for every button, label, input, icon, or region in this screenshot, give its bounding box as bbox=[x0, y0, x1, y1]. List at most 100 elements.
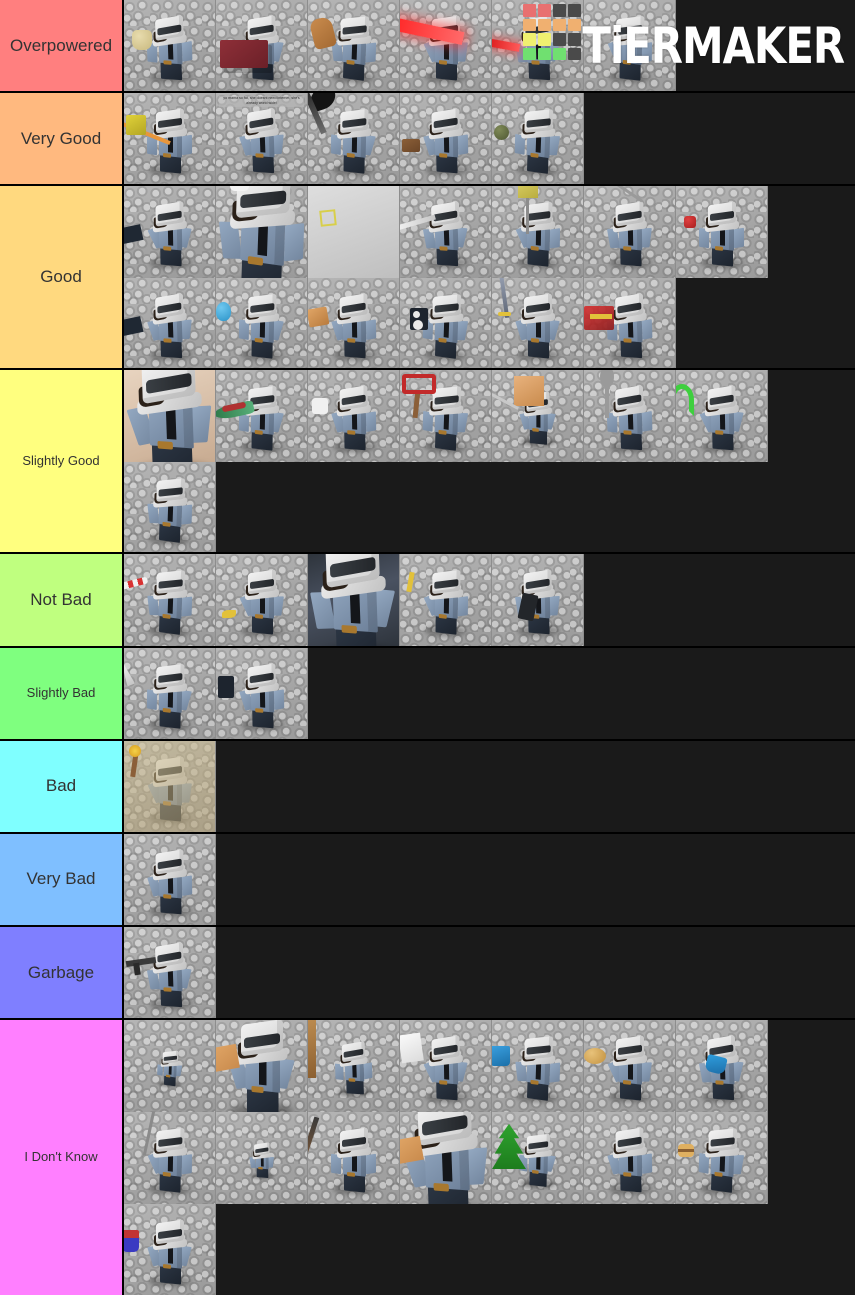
avatar-with-red-couch[interactable] bbox=[216, 0, 308, 92]
avatar-arms-forward[interactable] bbox=[584, 1111, 676, 1204]
roblox-avatar bbox=[246, 1142, 276, 1180]
avatar-small-distant[interactable] bbox=[124, 1019, 216, 1112]
tier-label-overpowered[interactable]: Overpowered bbox=[0, 0, 124, 92]
roblox-avatar bbox=[142, 201, 197, 269]
avatar-holding-grenade[interactable] bbox=[492, 93, 584, 185]
prop-burger bbox=[678, 1143, 694, 1157]
avatar-golden-bread[interactable] bbox=[584, 1019, 676, 1112]
avatar-firing-red-laser[interactable] bbox=[400, 0, 492, 92]
tier-label-very-bad[interactable]: Very Bad bbox=[0, 833, 124, 925]
prop-bucket bbox=[492, 1045, 510, 1066]
avatar-closeup-with-duck[interactable] bbox=[216, 186, 308, 279]
avatar-holding-sword[interactable] bbox=[492, 278, 584, 369]
roblox-avatar bbox=[143, 1219, 197, 1287]
avatar-candy-cane[interactable] bbox=[124, 554, 216, 646]
avatar-belt bbox=[714, 1080, 724, 1085]
avatar-plain-second-row[interactable] bbox=[124, 462, 216, 553]
avatar-closeup-arm-up[interactable] bbox=[216, 1019, 308, 1112]
avatar-green-worm[interactable] bbox=[676, 370, 768, 463]
avatar-with-banana-peel[interactable] bbox=[216, 554, 308, 646]
avatar-tie bbox=[167, 596, 173, 615]
prop-worm bbox=[676, 384, 694, 417]
avatar-giant-spoon[interactable] bbox=[584, 370, 676, 463]
avatar-right-arm bbox=[181, 134, 192, 156]
avatar-red-yellow-rig[interactable] bbox=[584, 278, 676, 369]
avatar-black-wing-katana[interactable] bbox=[308, 93, 400, 185]
avatar-white-shirt-logo[interactable] bbox=[308, 186, 400, 279]
prop-ybox bbox=[126, 115, 146, 136]
avatar-black-box[interactable] bbox=[216, 647, 308, 739]
tier-cells bbox=[124, 647, 855, 739]
avatar-plain[interactable] bbox=[584, 0, 676, 92]
avatar-leaning-black-slab[interactable] bbox=[492, 554, 584, 646]
avatar-closeup-reading[interactable] bbox=[124, 370, 216, 463]
avatar-belt bbox=[529, 1079, 539, 1085]
avatar-blue-droplet[interactable] bbox=[216, 278, 308, 369]
avatar-blue-cup[interactable] bbox=[676, 1019, 768, 1112]
color-swatch bbox=[568, 33, 581, 46]
avatar-holding-white-blade[interactable] bbox=[400, 186, 492, 279]
avatar-giant-fork-box[interactable] bbox=[492, 370, 584, 463]
avatar-tie bbox=[351, 42, 357, 60]
avatar-holding-tan-bag[interactable] bbox=[308, 278, 400, 369]
avatar-holding-torch[interactable] bbox=[124, 740, 216, 832]
avatar-belt bbox=[251, 1085, 263, 1093]
avatar-holding-paper[interactable] bbox=[400, 1019, 492, 1112]
tier-label-i-don-t-know[interactable]: I Don't Know bbox=[0, 1019, 124, 1295]
tier-label-slightly-bad[interactable]: Slightly Bad bbox=[0, 647, 124, 739]
avatar-distant-small[interactable] bbox=[216, 1111, 308, 1204]
roblox-avatar bbox=[326, 108, 381, 176]
avatar-dark-item[interactable] bbox=[124, 278, 216, 369]
avatar-yellow-block-beam[interactable] bbox=[124, 93, 216, 185]
tier-label-good[interactable]: Good bbox=[0, 186, 124, 369]
prop-crate bbox=[402, 139, 420, 153]
avatar-arm-out[interactable] bbox=[124, 186, 216, 279]
avatar-face-closeup[interactable] bbox=[308, 554, 400, 646]
avatar-yo-mama-meme[interactable]: yo mama so fat, she doesnt need internet… bbox=[216, 93, 308, 185]
avatar-belt bbox=[346, 1171, 355, 1177]
avatar-tie bbox=[719, 228, 725, 246]
avatar-red-blue-cup[interactable] bbox=[124, 1203, 216, 1295]
avatar-with-rifle[interactable] bbox=[308, 1111, 400, 1204]
prop-grenade bbox=[494, 125, 509, 141]
avatar-yellow-banner-pole[interactable] bbox=[492, 186, 584, 279]
avatar-holding-red-apple[interactable] bbox=[676, 186, 768, 279]
avatar-red-beam-colorgrid[interactable] bbox=[492, 0, 584, 92]
avatar-hugging-closeup[interactable] bbox=[400, 1111, 492, 1204]
avatar-holding-gun[interactable] bbox=[124, 926, 216, 1018]
avatar-yellow-knife[interactable] bbox=[400, 554, 492, 646]
tier-label-very-good[interactable]: Very Good bbox=[0, 93, 124, 185]
tier-label-not-bad[interactable]: Not Bad bbox=[0, 554, 124, 646]
avatar-with-red-pickaxe[interactable] bbox=[400, 370, 492, 463]
avatar-holding-cat[interactable] bbox=[308, 0, 400, 92]
avatar-with-speaker[interactable] bbox=[400, 278, 492, 369]
avatar-tie bbox=[627, 320, 633, 338]
avatar-tie bbox=[535, 320, 541, 338]
tier-label-garbage[interactable]: Garbage bbox=[0, 926, 124, 1018]
prop-pickax bbox=[402, 374, 436, 395]
avatar-with-green-fish[interactable] bbox=[216, 370, 308, 463]
avatar-blue-bucket[interactable] bbox=[492, 1019, 584, 1112]
avatar-holding-dice[interactable] bbox=[308, 370, 400, 463]
prop-bluedrop bbox=[216, 302, 231, 322]
avatar-holding-sack[interactable] bbox=[124, 0, 216, 92]
avatar-holding-burger[interactable] bbox=[676, 1111, 768, 1204]
avatar-tie bbox=[627, 42, 633, 60]
avatar-white-dagger[interactable] bbox=[124, 647, 216, 739]
roblox-avatar bbox=[142, 663, 197, 731]
avatar-tie bbox=[443, 320, 449, 338]
avatar-holding-long-rod[interactable] bbox=[584, 186, 676, 279]
avatar-plain-very-bad[interactable] bbox=[124, 833, 216, 925]
roblox-avatar bbox=[141, 941, 197, 1010]
avatar-right-arm bbox=[641, 1153, 652, 1174]
color-swatch bbox=[523, 47, 536, 60]
avatar-by-railing[interactable] bbox=[124, 1111, 216, 1204]
roblox-avatar bbox=[330, 1040, 376, 1097]
roblox-avatar bbox=[510, 201, 565, 269]
avatar-wooden-plank[interactable] bbox=[308, 1019, 400, 1112]
prop-bigsl bbox=[216, 1043, 240, 1072]
avatar-with-pine-tree[interactable] bbox=[492, 1111, 584, 1204]
avatar-with-wooden-crate[interactable] bbox=[400, 93, 492, 185]
tier-label-bad[interactable]: Bad bbox=[0, 740, 124, 832]
tier-label-slightly-good[interactable]: Slightly Good bbox=[0, 370, 124, 553]
